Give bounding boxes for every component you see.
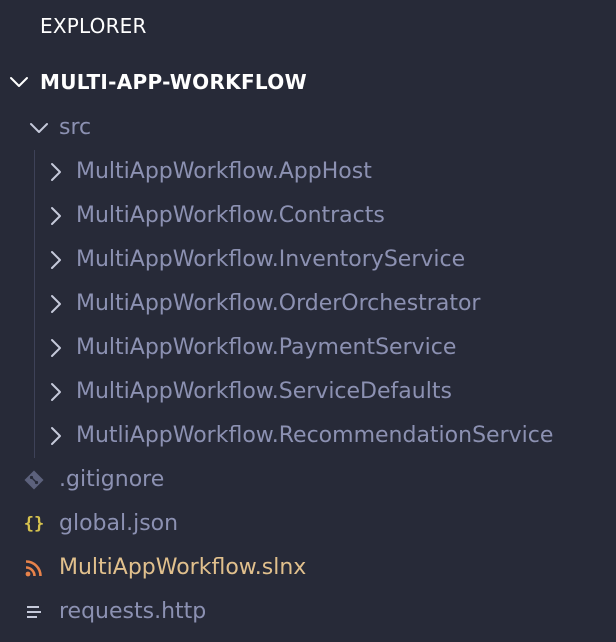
folder-row-servicedefaults[interactable]: MultiAppWorkflow.ServiceDefaults [0,370,616,414]
file-label: global.json [59,511,179,536]
file-label: .gitignore [59,467,165,492]
folder-label-src: src [59,115,92,140]
file-row-slnx[interactable]: MultiAppWorkflow.slnx [0,546,616,590]
folder-row-contracts[interactable]: MultiAppWorkflow.Contracts [0,194,616,238]
chevron-right-icon[interactable] [45,194,67,238]
chevron-right-icon[interactable] [45,150,67,194]
folder-label: MultiAppWorkflow.PaymentService [76,335,457,360]
file-label: requests.http [59,599,207,624]
explorer-title: EXPLORER [40,14,147,38]
rss-icon [23,546,45,590]
folder-label: MultiAppWorkflow.ServiceDefaults [76,379,452,404]
file-row-requests-http[interactable]: requests.http [0,590,616,634]
explorer-panel: EXPLORER MULTI-APP-WORKFLOW src MultiApp… [0,0,616,642]
file-row-global-json[interactable]: {} global.json [0,502,616,546]
folder-row-inventoryservice[interactable]: MultiAppWorkflow.InventoryService [0,238,616,282]
file-label: MultiAppWorkflow.slnx [59,555,307,580]
folder-label: MutliAppWorkflow.RecommendationService [76,423,554,448]
chevron-down-icon[interactable] [28,106,50,150]
git-diamond-icon [23,458,45,502]
chevron-down-icon[interactable] [8,60,30,104]
folder-label: MultiAppWorkflow.InventoryService [76,247,466,272]
file-row-gitignore[interactable]: .gitignore [0,458,616,502]
chevron-right-icon[interactable] [45,370,67,414]
folder-label: MultiAppWorkflow.Contracts [76,203,385,228]
folder-row-paymentservice[interactable]: MultiAppWorkflow.PaymentService [0,326,616,370]
folder-row-src[interactable]: src [0,106,616,150]
root-folder-label: MULTI-APP-WORKFLOW [40,70,307,94]
folder-row-orderorchestrator[interactable]: MultiAppWorkflow.OrderOrchestrator [0,282,616,326]
chevron-right-icon[interactable] [45,414,67,458]
text-lines-icon [23,590,45,634]
json-braces-icon: {} [23,514,45,534]
folder-row-apphost[interactable]: MultiAppWorkflow.AppHost [0,150,616,194]
folder-row-recommendationservice[interactable]: MutliAppWorkflow.RecommendationService [0,414,616,458]
root-folder-row[interactable]: MULTI-APP-WORKFLOW [0,60,616,104]
chevron-right-icon[interactable] [45,326,67,370]
folder-label: MultiAppWorkflow.OrderOrchestrator [76,291,481,316]
folder-label: MultiAppWorkflow.AppHost [76,159,372,184]
chevron-right-icon[interactable] [45,238,67,282]
chevron-right-icon[interactable] [45,282,67,326]
